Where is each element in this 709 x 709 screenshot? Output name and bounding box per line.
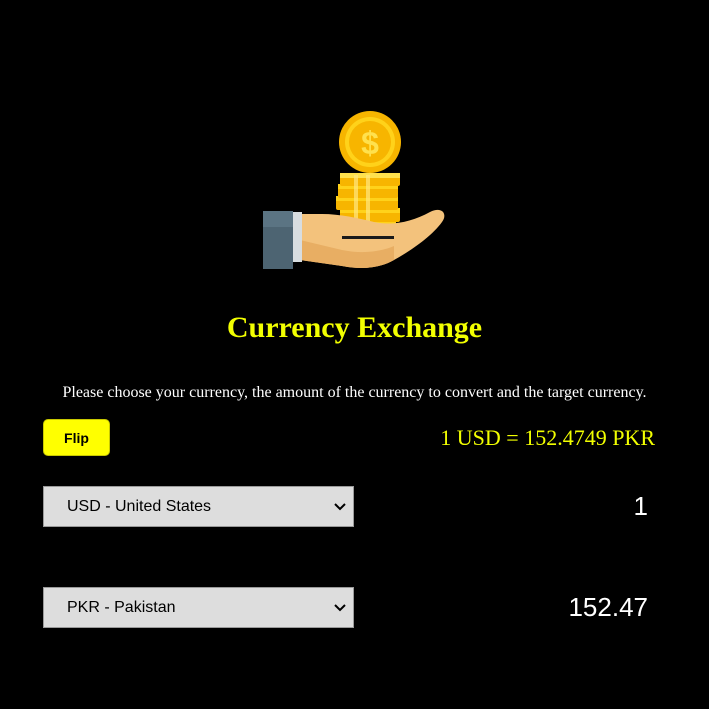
exchange-rate-text: 1 USD = 152.4749 PKR xyxy=(440,425,655,450)
from-currency-value: USD - United States xyxy=(67,497,212,515)
page-title: Currency Exchange xyxy=(226,311,483,344)
from-amount-input[interactable]: 1 xyxy=(634,490,648,522)
instructions-text: Please choose your currency, the amount … xyxy=(62,384,647,401)
chevron-down-icon xyxy=(327,588,353,627)
flip-button[interactable]: Flip xyxy=(43,419,110,456)
from-currency-select[interactable]: USD - United States xyxy=(43,486,354,527)
svg-text:$: $ xyxy=(361,125,379,161)
hand-holding-coins-icon: $ xyxy=(263,111,445,269)
to-currency-value: PKR - Pakistan xyxy=(67,598,176,616)
hand-icon xyxy=(263,209,445,269)
dollar-coin-icon: $ xyxy=(339,111,401,173)
chevron-down-icon xyxy=(327,487,353,526)
to-currency-select[interactable]: PKR - Pakistan xyxy=(43,587,354,628)
to-amount-output: 152.47 xyxy=(568,592,648,622)
